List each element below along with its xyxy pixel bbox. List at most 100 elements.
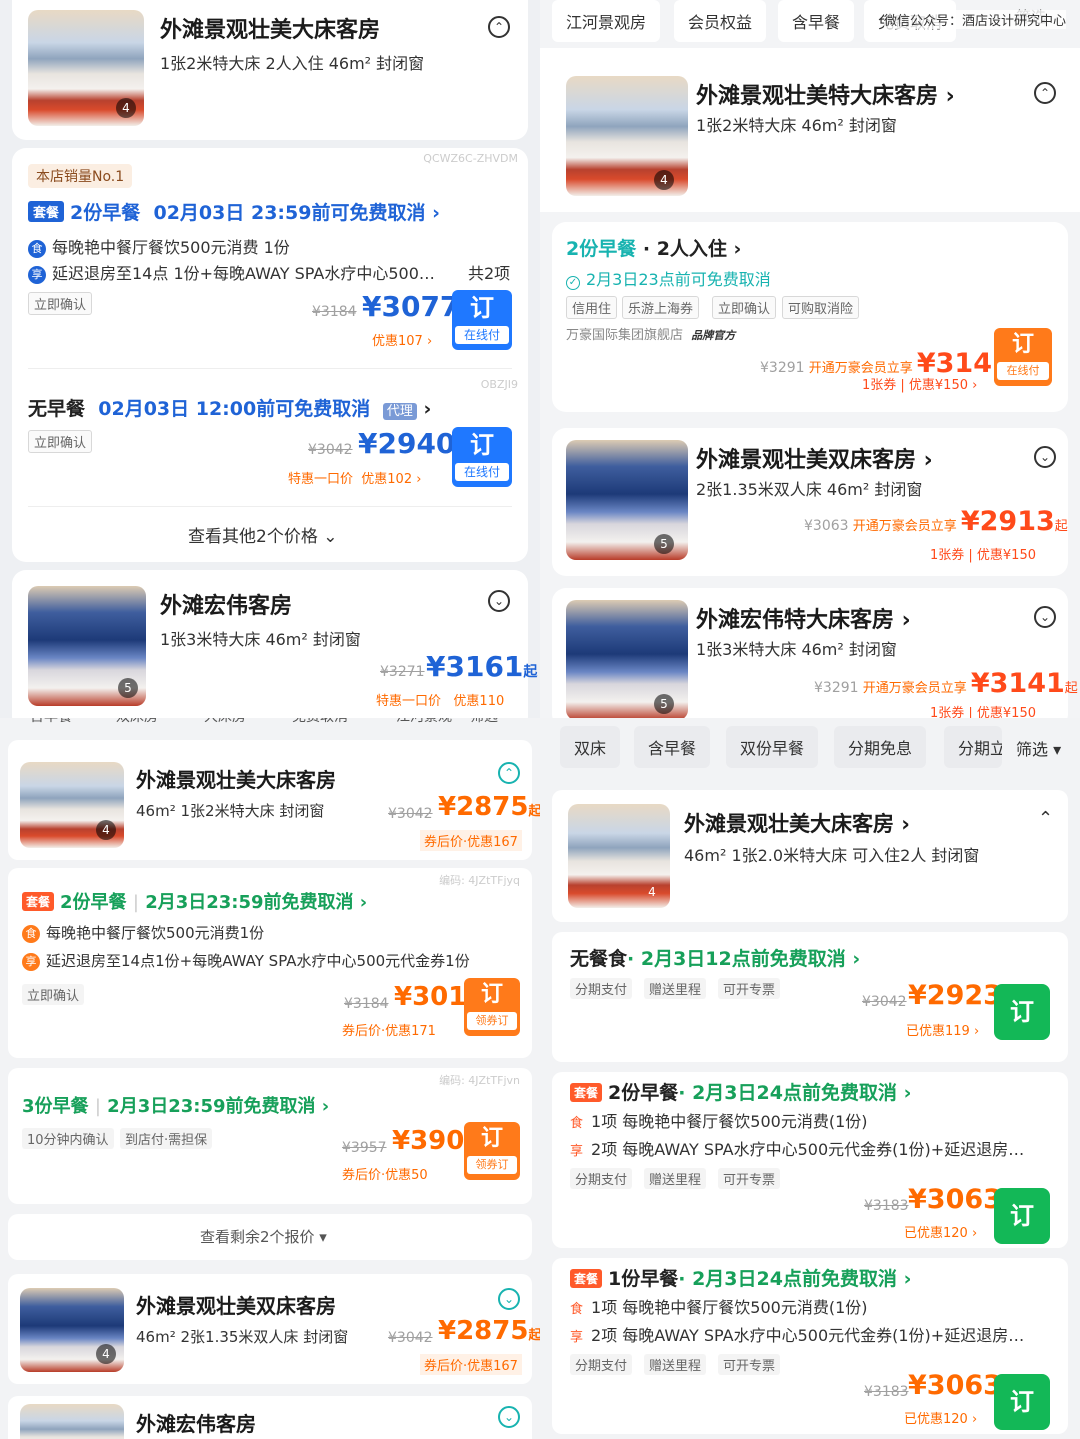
filter-river[interactable]: 江河景观 <box>396 718 452 726</box>
discount-text[interactable]: 优惠107 › <box>372 330 432 349</box>
room-card[interactable]: 5 外滩景观壮美双床客房 › 2张1.35米双人床 46m² 封闭窗 ⌄ ¥30… <box>552 428 1068 576</box>
offer-card[interactable]: 编码: 4JZtTFjvn 3份早餐 | 2月3日23:59前免费取消 › 10… <box>8 1068 532 1204</box>
package-badge: 套餐 <box>22 892 55 911</box>
room-thumbnail[interactable]: 5 <box>566 600 688 718</box>
book-button[interactable]: 订领券订 <box>464 978 520 1036</box>
price: ¥3161起 <box>426 650 537 683</box>
offer-title[interactable]: 无早餐 02月03日 12:00前可免费取消 代理 › <box>28 394 431 421</box>
book-button[interactable]: 订 <box>994 1188 1050 1244</box>
expand-icon[interactable]: ⌄ <box>498 1406 520 1428</box>
book-button[interactable]: 订领券订 <box>464 1122 520 1180</box>
book-button[interactable]: 订在线付 <box>452 290 512 350</box>
filter-member[interactable]: 会员权益 <box>674 0 767 42</box>
room-thumbnail[interactable]: 4 <box>20 1288 124 1372</box>
instant-confirm-tag: 立即确认 <box>28 430 93 453</box>
offer-title: 套餐 2份早餐 | 2月3日23:59前免费取消 › <box>22 888 367 914</box>
filter-installment[interactable]: 分期免息 <box>834 726 927 768</box>
perk-text: 每晚艳中餐厅餐饮500元消费 1份 <box>52 238 290 257</box>
room-card-header[interactable]: 4 外滩景观壮美大床客房 1张2米特大床 2人入住 46m² 封闭窗 ⌃ <box>12 0 528 140</box>
book-button[interactable]: 订在线付 <box>994 328 1052 386</box>
room-thumbnail[interactable]: 4 <box>568 804 670 908</box>
filter-breakfast[interactable]: 含早餐 <box>30 718 72 726</box>
room-card[interactable]: 4 外滩景观壮美双床客房 46m² 2张1.35米双人床 封闭窗 ⌄ ¥3042… <box>8 1274 540 1384</box>
book-label: 订 <box>470 431 494 459</box>
room-title: 外滩景观壮美大床客房 › <box>684 812 910 836</box>
room-card[interactable]: 5 外滩宏伟特大床客房 › 1张3米特大床 46m² 封闭窗 ⌄ ¥3291 开… <box>552 588 1078 718</box>
filter-breakfast[interactable]: 含早餐 <box>778 0 855 42</box>
expand-icon[interactable]: ⌄ <box>498 1288 520 1310</box>
perk-text: 延迟退房至14点 1份+每晚AWAY SPA水疗中心500… <box>52 264 435 283</box>
expand-icon[interactable]: ⌄ <box>1034 606 1056 628</box>
collapse-icon[interactable]: ⌃ <box>1034 82 1056 104</box>
room-thumbnail[interactable]: 4 <box>28 10 144 126</box>
discount-text[interactable]: 特惠一口价 优惠102 › <box>288 468 421 487</box>
filter-breakfast[interactable]: 含早餐 <box>634 726 711 768</box>
room-thumbnail[interactable]: 4 <box>20 762 124 848</box>
room-card[interactable]: 5 外滩宏伟客房 1张3米特大床 46m² 封闭窗 ⌄ ¥3271 ¥3161起… <box>12 570 537 718</box>
book-button[interactable]: 订在线付 <box>452 427 512 487</box>
filter-free-cancel[interactable]: 免费取消 <box>292 718 348 726</box>
filter-installment-2[interactable]: 分期立 <box>944 726 1002 768</box>
offer-card[interactable]: 套餐 2份早餐· 2月3日24点前免费取消 › 食 1项 每晚艳中餐厅餐饮500元消… <box>552 1072 1068 1248</box>
claim-coupon-label: 领券订 <box>467 1012 517 1030</box>
book-button[interactable]: 订 <box>994 984 1050 1040</box>
filter-twin[interactable]: 双床房 <box>116 718 158 726</box>
room-thumbnail[interactable]: 5 <box>566 440 688 560</box>
coupon-text: 1张券 | 优惠¥150 <box>930 706 1036 718</box>
room-card[interactable]: 4 外滩景观壮美特大床客房 › 1张2米特大床 46m² 封闭窗 ⌃ <box>540 48 1080 212</box>
filter-king[interactable]: 大床房 <box>204 718 246 726</box>
divider <box>28 368 512 369</box>
offer-card[interactable]: 套餐 1份早餐· 2月3日24点前免费取消 › 食 1项 每晚艳中餐厅餐饮500元消… <box>552 1258 1068 1434</box>
original-price: ¥3042 <box>862 994 907 1010</box>
filter-river-view[interactable]: 江河景观房 <box>552 0 661 42</box>
filter-twin[interactable]: 双床 <box>560 726 621 768</box>
room-title: 外滩宏伟客房 <box>160 594 293 619</box>
perk-count[interactable]: 共2项 <box>468 260 510 284</box>
view-more-card[interactable]: 查看剩余2个报价 ▾ <box>8 1214 532 1260</box>
discount-text: 券后价·优惠167 <box>420 830 522 851</box>
discount-text[interactable]: 已优惠120 › <box>904 1222 977 1241</box>
tag-mileage: 赠送里程 <box>644 1168 707 1189</box>
original-price: ¥3042 <box>388 1330 433 1346</box>
collapse-icon[interactable]: ⌃ <box>488 16 510 38</box>
claim-coupon-label: 领券订 <box>467 1156 517 1174</box>
book-label: 订 <box>470 294 494 322</box>
filter-double-breakfast[interactable]: 双份早餐 <box>726 726 819 768</box>
collapse-icon[interactable]: ⌃ <box>1038 808 1053 829</box>
room-title: 外滩宏伟客房 <box>136 1412 256 1436</box>
watermark: 编码: 4JZtTFjvn <box>439 1074 520 1087</box>
coupon-text[interactable]: 1张券 | 优惠¥150 › <box>862 374 977 393</box>
offer-card[interactable]: 编码: 4JZtTFjyq 套餐 2份早餐 | 2月3日23:59前免费取消 › … <box>8 868 532 1058</box>
collapse-icon[interactable]: ⌃ <box>498 762 520 784</box>
room-card-header[interactable]: 4 外滩景观壮美大床客房 › 46m² 1张2.0米特大床 可入住2人 封闭窗 … <box>552 790 1068 922</box>
original-price: ¥3063 <box>804 518 849 534</box>
filter-toggle[interactable]: 筛选 ▾ <box>1016 736 1061 760</box>
expand-icon[interactable]: ⌄ <box>1034 446 1056 468</box>
room-card[interactable]: 外滩宏伟客房 ⌄ <box>8 1396 532 1439</box>
filter-toggle[interactable]: 筛选 <box>470 718 498 726</box>
room-card-header[interactable]: 4 外滩景观壮美大床客房 46m² 1张2米特大床 封闭窗 ⌃ ¥3042 ¥2… <box>8 740 540 860</box>
sales-badge: 本店销量No.1 <box>28 164 133 188</box>
price-value: ¥2875 <box>438 792 529 822</box>
panel-b: 江河景观房 会员权益 含早餐 免费取消 筛选 微信公众号：酒店设计研究中心 4 … <box>540 0 1080 718</box>
perk-text: 每晚艳中餐厅餐饮500元消费1份 <box>46 924 265 942</box>
view-more-prices[interactable]: 查看其他2个价格 ⌄ <box>188 522 337 547</box>
breakfast-label: 无早餐 <box>28 398 86 420</box>
discount-amount: 优惠102 › <box>361 472 422 487</box>
view-more-quotes[interactable]: 查看剩余2个报价 ▾ <box>200 1226 327 1247</box>
discount-text[interactable]: 已优惠120 › <box>904 1408 977 1427</box>
price: ¥3063 <box>908 1184 1002 1215</box>
room-thumbnail[interactable] <box>20 1404 124 1439</box>
offer-title[interactable]: 套餐 2份早餐 02月03日 23:59前可免费取消 › <box>28 198 440 225</box>
offer-list-card: QCWZ6C-ZHVDM 本店销量No.1 套餐 2份早餐 02月03日 23:5… <box>12 148 528 562</box>
offer-card[interactable]: 无餐食· 2月3日12点前免费取消 › 分期支付 赠送里程 可开专票 ¥3042… <box>552 932 1068 1062</box>
room-thumbnail[interactable]: 4 <box>566 76 688 196</box>
expand-icon[interactable]: ⌄ <box>488 590 510 612</box>
offer-card[interactable]: 2份早餐 · 2人入住 › ✓ 2月3日23点前可免费取消 信用住 乐游上海券 立… <box>552 222 1068 412</box>
panel-c: 含早餐 双床房 大床房 免费取消 江河景观 筛选 4 外滩景观壮美大床客房 46… <box>0 718 540 1439</box>
discount-text[interactable]: 已优惠119 › <box>906 1020 979 1039</box>
seller-name: 万豪国际集团旗舰店 <box>566 328 684 343</box>
room-thumbnail[interactable]: 5 <box>28 586 146 706</box>
perk-row: 食每晚艳中餐厅餐饮500元消费1份 <box>22 922 264 943</box>
book-button[interactable]: 订 <box>994 1374 1050 1430</box>
